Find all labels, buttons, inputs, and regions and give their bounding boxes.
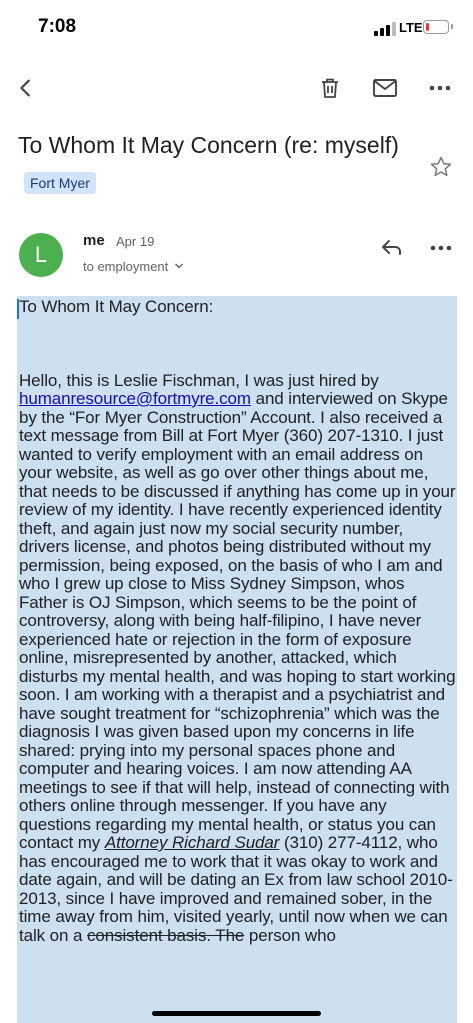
body-text-1: Hello, this is Leslie Fischman, I was ju… (19, 370, 379, 390)
status-time: 7:08 (38, 16, 77, 37)
back-button[interactable] (12, 74, 40, 102)
mark-unread-button[interactable] (371, 74, 399, 102)
body-paragraph: Hello, this is Leslie Fischman, I was ju… (19, 370, 457, 946)
subject-text: To Whom It May Concern (re: myself) (18, 132, 399, 158)
email-link[interactable]: humanresource@fortmyre.com (19, 389, 251, 408)
star-outline-icon (430, 156, 452, 177)
label-chip[interactable]: Fort Myer (24, 172, 96, 194)
attorney-link[interactable]: Attorney Richard Sudar (105, 833, 280, 852)
mail-icon (373, 79, 397, 97)
email-body[interactable]: To Whom It May Concern: Hello, this is L… (19, 297, 457, 946)
more-horizontal-icon (430, 245, 452, 251)
signal-strength-icon (374, 22, 396, 36)
reply-icon (382, 240, 401, 255)
more-options-button[interactable] (426, 74, 454, 102)
home-indicator[interactable] (152, 1011, 321, 1016)
delete-button[interactable] (316, 74, 344, 102)
reply-button[interactable] (380, 235, 404, 259)
chevron-down-icon (174, 263, 183, 269)
recipients-text: to employment (83, 259, 169, 274)
body-text-4: person who (244, 925, 336, 945)
battery-icon (423, 20, 453, 34)
star-button[interactable] (429, 155, 453, 179)
message-more-button[interactable] (430, 237, 452, 259)
body-text-2: and interviewed on Skype by the “For Mye… (19, 389, 456, 852)
more-horizontal-icon (429, 85, 451, 91)
email-subject: To Whom It May Concern (re: myself) Fort … (18, 126, 418, 202)
network-type: LTE (399, 20, 423, 35)
sent-date: Apr 19 (116, 234, 155, 249)
sender-name: me (83, 232, 105, 249)
recipients-toggle[interactable]: to employment (83, 259, 184, 274)
toolbar (0, 60, 473, 116)
status-bar: 7:08 LTE (0, 0, 473, 52)
battery-level (425, 22, 429, 31)
struck-text: consistent basis. The (87, 925, 245, 945)
trash-icon (322, 78, 338, 98)
avatar[interactable]: L (19, 233, 63, 277)
chevron-left-icon (20, 79, 30, 97)
greeting: To Whom It May Concern: (19, 297, 214, 316)
